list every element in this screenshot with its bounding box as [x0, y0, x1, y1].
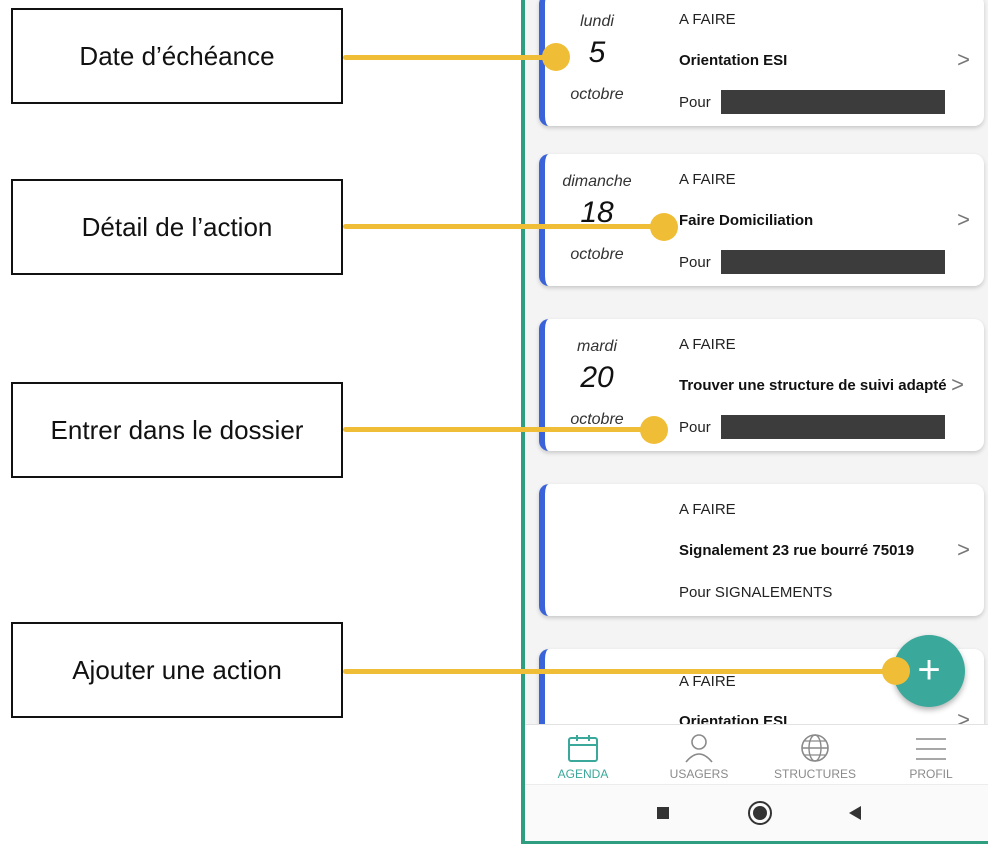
callout-add-action: Ajouter une action [11, 622, 343, 718]
redacted-name [721, 250, 945, 274]
calendar-icon [568, 735, 598, 762]
person-icon [685, 734, 713, 763]
due-month: octobre [570, 86, 624, 103]
leader-due-date [343, 55, 555, 60]
status-label: A FAIRE [679, 11, 736, 28]
due-month: octobre [570, 246, 624, 263]
callout-action-detail: Détail de l’action [11, 179, 343, 275]
redacted-name [721, 90, 945, 114]
tab-agenda[interactable]: AGENDA [525, 725, 641, 781]
status-label: A FAIRE [679, 673, 736, 690]
marker-due-date [542, 43, 570, 71]
redacted-name [721, 415, 945, 439]
status-label: A FAIRE [679, 171, 736, 188]
home-icon[interactable] [747, 800, 773, 826]
recent-apps-icon[interactable] [655, 805, 671, 821]
beneficiary-label: Pour SIGNALEMENTS [679, 584, 833, 601]
beneficiary-label: Pour [679, 94, 711, 111]
beneficiary-label: Pour [679, 419, 711, 436]
chevron-right-icon[interactable]: > [957, 537, 970, 563]
menu-icon [916, 738, 946, 760]
callout-due-date: Date d’échéance [11, 8, 343, 104]
tab-label: AGENDA [557, 767, 609, 781]
action-title: Trouver une structure de suivi adapté [679, 377, 947, 394]
tab-usagers[interactable]: USAGERS [641, 725, 757, 781]
globe-icon [801, 734, 829, 762]
marker-enter-folder [640, 416, 668, 444]
action-title: Orientation ESI [679, 52, 788, 69]
leader-add-action [343, 669, 903, 674]
bottom-tab-bar: AGENDA USAGERS STRUCTURES PROFIL [525, 724, 988, 785]
action-title: Signalement 23 rue bourré 75019 [679, 542, 915, 559]
status-label: A FAIRE [679, 336, 736, 353]
android-nav-bar [525, 784, 988, 841]
tab-label: USAGERS [669, 767, 729, 781]
tab-structures[interactable]: STRUCTURES [757, 725, 873, 781]
leader-action-detail [343, 224, 663, 229]
status-label: A FAIRE [679, 501, 736, 518]
tab-profil[interactable]: PROFIL [873, 725, 988, 781]
action-title: Faire Domiciliation [679, 212, 814, 229]
marker-action-detail [650, 213, 678, 241]
due-weekday: mardi [576, 338, 617, 355]
action-card[interactable]: lundi 5 octobre A FAIRE Orientation ESI … [539, 0, 984, 126]
due-day: 20 [580, 361, 614, 394]
leader-enter-folder [343, 427, 663, 432]
marker-add-action [882, 657, 910, 685]
due-weekday: dimanche [562, 173, 632, 190]
chevron-right-icon[interactable]: > [957, 207, 970, 233]
due-weekday: lundi [580, 13, 614, 30]
action-card[interactable]: A FAIRE Signalement 23 rue bourré 75019 … [539, 484, 984, 616]
phone-screen: lundi 5 octobre A FAIRE Orientation ESI … [521, 0, 988, 844]
callout-enter-folder: Entrer dans le dossier [11, 382, 343, 478]
action-card[interactable]: dimanche 18 octobre A FAIRE Faire Domici… [539, 154, 984, 286]
back-icon[interactable] [847, 805, 863, 821]
tab-label: STRUCTURES [773, 767, 856, 781]
chevron-right-icon[interactable]: > [951, 372, 964, 398]
chevron-right-icon[interactable]: > [957, 47, 970, 73]
beneficiary-label: Pour [679, 254, 711, 271]
tab-label: PROFIL [909, 767, 953, 781]
